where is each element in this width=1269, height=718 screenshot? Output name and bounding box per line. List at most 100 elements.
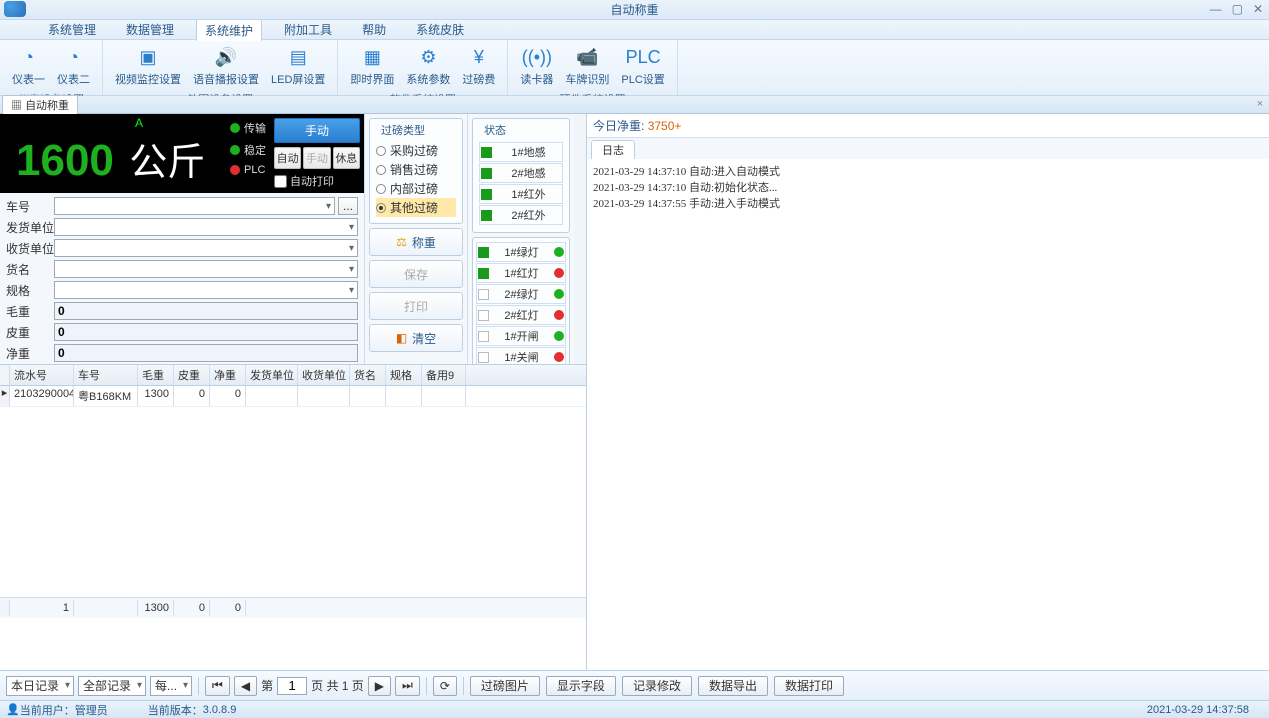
radio-icon xyxy=(376,146,386,156)
pager-action-button[interactable]: 记录修改 xyxy=(622,676,692,696)
print-button[interactable]: 打印 xyxy=(369,292,463,320)
col-net[interactable]: 净重 xyxy=(210,365,246,385)
status-light: 稳定 xyxy=(230,142,266,158)
table-row[interactable]: ▸ 2103290004 粤B168KM 1300 0 0 xyxy=(0,386,586,407)
weigh-type-option[interactable]: 其他过磅 xyxy=(376,198,456,217)
weigh-button[interactable]: ⚖称重 xyxy=(369,228,463,256)
col-spec[interactable]: 规格 xyxy=(386,365,422,385)
records-grid[interactable]: 流水号 车号 毛重 皮重 净重 发货单位 收货单位 货名 规格 备用9 ▸ 21… xyxy=(0,364,586,670)
ribbon-button[interactable]: 🔊语音播报设置 xyxy=(187,42,265,89)
last-page-button[interactable]: ⏭ xyxy=(395,676,420,696)
ribbon-label: 读卡器 xyxy=(520,71,553,87)
spec-input[interactable] xyxy=(54,281,358,299)
sender-input[interactable] xyxy=(54,218,358,236)
mode-button[interactable]: 手动 xyxy=(274,118,360,143)
square-icon xyxy=(478,310,489,321)
weigh-type-title: 过磅类型 xyxy=(378,122,428,138)
menu-item[interactable]: 系统维护 xyxy=(196,19,262,41)
ribbon-icon: 📹 xyxy=(574,44,600,70)
goods-input[interactable] xyxy=(54,260,358,278)
signal-row[interactable]: 1#红灯 xyxy=(476,263,566,283)
pagesize-select[interactable]: 每... xyxy=(150,676,192,696)
prev-page-button[interactable]: ◀ xyxy=(234,676,257,696)
maximize-icon[interactable]: ▢ xyxy=(1232,2,1243,16)
save-button[interactable]: 保存 xyxy=(369,260,463,288)
clear-button[interactable]: ◧清空 xyxy=(369,324,463,352)
cell-tare: 0 xyxy=(174,386,210,406)
doc-tab-close-icon[interactable]: × xyxy=(1257,98,1263,110)
mode-manual-button[interactable]: 手动 xyxy=(303,147,330,169)
car-lookup-button[interactable]: ... xyxy=(338,197,358,215)
receiver-input[interactable] xyxy=(54,239,358,257)
weigh-type-option[interactable]: 内部过磅 xyxy=(376,179,456,198)
log-tab[interactable]: 日志 xyxy=(591,140,635,159)
ribbon-button[interactable]: PLCPLC设置 xyxy=(615,42,670,89)
ribbon-button[interactable]: ▣视频监控设置 xyxy=(109,42,187,89)
col-gross[interactable]: 毛重 xyxy=(138,365,174,385)
col-car[interactable]: 车号 xyxy=(74,365,138,385)
filter-select[interactable]: 全部记录 xyxy=(78,676,146,696)
cell-net: 0 xyxy=(210,386,246,406)
user-icon: 👤 xyxy=(6,703,20,716)
ribbon-button[interactable]: ◔仪表一 xyxy=(6,42,51,89)
pager-action-button[interactable]: 数据打印 xyxy=(774,676,844,696)
ribbon-label: LED屏设置 xyxy=(271,71,325,87)
signal-row[interactable]: 1#绿灯 xyxy=(476,242,566,262)
window-title: 自动称重 xyxy=(610,1,658,18)
col-receiver[interactable]: 收货单位 xyxy=(298,365,350,385)
ribbon-button[interactable]: 📹车牌识别 xyxy=(559,42,615,89)
weigh-type-option[interactable]: 销售过磅 xyxy=(376,160,456,179)
cell-gross: 1300 xyxy=(138,386,174,406)
mode-rest-button[interactable]: 休息 xyxy=(333,147,360,169)
doc-tab[interactable]: ▦ 自动称重 xyxy=(2,95,78,114)
status-light: 传输 xyxy=(230,120,266,136)
ribbon-button[interactable]: ¥过磅费 xyxy=(456,42,501,89)
square-icon xyxy=(481,189,492,200)
mode-auto-button[interactable]: 自动 xyxy=(274,147,301,169)
minimize-icon[interactable]: — xyxy=(1210,2,1222,16)
ribbon-button[interactable]: ▤LED屏设置 xyxy=(265,42,331,89)
pager-action-button[interactable]: 显示字段 xyxy=(546,676,616,696)
square-icon xyxy=(481,147,492,158)
col-serial[interactable]: 流水号 xyxy=(10,365,74,385)
ribbon-button[interactable]: ((•))读卡器 xyxy=(514,42,559,89)
pager-action-button[interactable]: 过磅图片 xyxy=(470,676,540,696)
signal-row[interactable]: 2#红灯 xyxy=(476,305,566,325)
scope-select[interactable]: 本日记录 xyxy=(6,676,74,696)
ribbon-icon: ▤ xyxy=(285,44,311,70)
menu-item[interactable]: 数据管理 xyxy=(118,19,182,40)
menu-item[interactable]: 附加工具 xyxy=(276,19,340,40)
page-input[interactable] xyxy=(277,677,307,695)
car-input[interactable] xyxy=(54,197,335,215)
log-textarea[interactable]: 2021-03-29 14:37:10 自动:进入自动模式 2021-03-29… xyxy=(587,159,1269,670)
first-page-button[interactable]: ⏮ xyxy=(205,676,230,696)
ribbon-label: 即时界面 xyxy=(350,71,394,87)
scale-icon: ⚖ xyxy=(396,235,407,249)
status-group: 状态 1#地感2#地感1#红外2#红外 xyxy=(472,118,570,233)
menu-item[interactable]: 帮助 xyxy=(354,19,394,40)
mode-controls: 手动 自动 手动 休息 自动打印 xyxy=(270,114,364,193)
close-icon[interactable]: ✕ xyxy=(1253,2,1263,16)
dot-icon xyxy=(554,289,564,299)
col-goods[interactable]: 货名 xyxy=(350,365,386,385)
gross-label: 毛重 xyxy=(6,303,54,320)
col-sender[interactable]: 发货单位 xyxy=(246,365,298,385)
menu-item[interactable]: 系统皮肤 xyxy=(408,19,472,40)
auto-print-checkbox[interactable]: 自动打印 xyxy=(274,173,360,189)
pager-action-button[interactable]: 数据导出 xyxy=(698,676,768,696)
ribbon-button[interactable]: ▦即时界面 xyxy=(344,42,400,89)
next-page-button[interactable]: ▶ xyxy=(368,676,391,696)
refresh-button[interactable]: ⟳ xyxy=(433,676,457,696)
signal-row[interactable]: 1#开闸 xyxy=(476,326,566,346)
col-tare[interactable]: 皮重 xyxy=(174,365,210,385)
signal-row[interactable]: 2#绿灯 xyxy=(476,284,566,304)
cell-sender xyxy=(246,386,298,406)
weigh-type-option[interactable]: 采购过磅 xyxy=(376,141,456,160)
ribbon-icon: ◔ xyxy=(16,44,42,70)
version-value: 3.0.8.9 xyxy=(203,704,237,716)
ribbon-button[interactable]: ◔仪表二 xyxy=(51,42,96,89)
square-icon xyxy=(478,352,489,363)
menu-item[interactable]: 系统管理 xyxy=(40,19,104,40)
ribbon-button[interactable]: ⚙系统参数 xyxy=(400,42,456,89)
col-spare[interactable]: 备用9 xyxy=(422,365,466,385)
